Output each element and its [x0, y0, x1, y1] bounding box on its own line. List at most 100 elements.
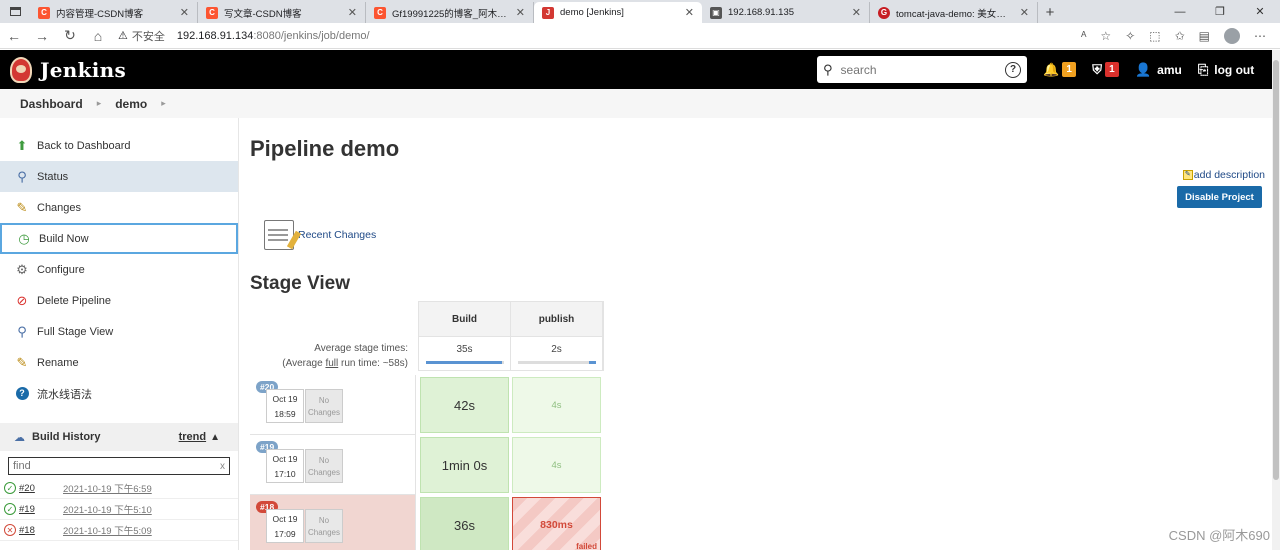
stage-cell-build[interactable]: 1min 0s — [420, 437, 509, 493]
trend-link[interactable]: trend — [179, 431, 207, 443]
scrollbar-thumb[interactable] — [1273, 60, 1279, 480]
browser-tab-1[interactable]: C 写文章-CSDN博客 ✕ — [198, 2, 366, 23]
stage-name-publish: publish — [511, 302, 603, 336]
history-row[interactable]: ✓ #19 2021-10-19 下午5:10 — [0, 499, 238, 520]
magnifier-icon: ⚲ — [17, 168, 27, 184]
task-rename[interactable]: ✎ Rename — [0, 347, 238, 378]
window-close-icon[interactable]: ✕ — [1240, 0, 1280, 23]
browser-tab-strip: C 内容管理-CSDN博客 ✕ C 写文章-CSDN博客 ✕ C Gf19991… — [0, 0, 1280, 23]
task-pipeline-syntax[interactable]: ? 流水线语法 — [0, 378, 238, 409]
browser-tab-0[interactable]: C 内容管理-CSDN博客 ✕ — [30, 2, 198, 23]
stage-cell-build[interactable]: 36s — [420, 497, 509, 550]
build-date-link[interactable]: 2021-10-19 下午5:10 — [63, 502, 152, 516]
history-row[interactable]: ✕ #18 2021-10-19 下午5:09 — [0, 520, 238, 541]
reload-icon[interactable]: ↻ — [56, 27, 84, 44]
avg-time-bar-fill — [425, 360, 502, 364]
url-field[interactable]: ⚠ 不安全 192.168.91.134 :8080/jenkins/job/d… — [118, 28, 1081, 44]
notifications-button[interactable]: 🔔 1 — [1043, 62, 1077, 78]
cloud-icon: ☁ — [14, 431, 25, 444]
jenkins-logo[interactable]: Jenkins — [10, 56, 126, 83]
task-label: 流水线语法 — [37, 388, 92, 401]
magnifier-icon: ⚲ — [17, 323, 27, 339]
task-build-now[interactable]: ◷ Build Now — [0, 223, 238, 254]
browser-tab-4[interactable]: ▣ 192.168.91.135 ✕ — [702, 2, 870, 23]
browser-tab-3-active[interactable]: J demo [Jenkins] ✕ — [534, 2, 702, 23]
run-row: #18 Oct 19 17:09 No Changes 36s 830ms fai… — [250, 495, 604, 550]
recent-changes-link[interactable]: Recent Changes — [264, 220, 376, 250]
notifications-badge: 1 — [1062, 62, 1077, 77]
back-icon[interactable]: ← — [0, 28, 28, 44]
find-input[interactable] — [13, 460, 220, 472]
add-description-label: add description — [1193, 169, 1265, 181]
read-aloud-icon[interactable]: ᴬ — [1081, 29, 1086, 43]
new-tab-icon[interactable]: + — [1038, 2, 1062, 23]
close-icon[interactable]: ✕ — [852, 6, 861, 19]
breadcrumb-job[interactable]: demo — [115, 97, 147, 111]
task-changes[interactable]: ✎ Changes — [0, 192, 238, 223]
search-icon: ⚲ — [823, 61, 833, 77]
breadcrumb-dashboard[interactable]: Dashboard — [20, 97, 83, 111]
chevron-up-icon[interactable]: ▲ — [210, 432, 220, 443]
close-icon[interactable]: ✕ — [685, 6, 694, 19]
stage-cell-publish[interactable]: 4s — [512, 437, 601, 493]
task-back-to-dashboard[interactable]: ⬆ Back to Dashboard — [0, 130, 238, 161]
minimize-icon[interactable]: — — [1160, 0, 1200, 23]
run-info: #19 Oct 19 17:10 No Changes — [250, 435, 416, 495]
build-number-link[interactable]: #18 — [19, 525, 63, 536]
task-status[interactable]: ⚲ Status — [0, 161, 238, 192]
full-link[interactable]: full — [325, 358, 338, 369]
favorite-star-icon[interactable]: ☆ — [1100, 29, 1111, 43]
build-date-link[interactable]: 2021-10-19 下午5:09 — [63, 523, 152, 537]
task-configure[interactable]: ⚙ Configure — [0, 254, 238, 285]
home-icon[interactable]: ⌂ — [84, 28, 112, 44]
profile-avatar[interactable] — [1224, 27, 1240, 44]
favorites-icon[interactable]: ✩ — [1175, 29, 1185, 43]
close-icon[interactable]: ✕ — [516, 6, 525, 19]
stage-cell-publish-failed[interactable]: 830ms failed — [512, 497, 601, 550]
chevron-right-icon[interactable]: ▸ — [97, 98, 102, 109]
stage-cell-publish[interactable]: 4s — [512, 377, 601, 433]
close-icon[interactable]: ✕ — [348, 6, 357, 19]
puzzle-icon[interactable]: ⬚ — [1149, 29, 1160, 43]
task-delete-pipeline[interactable]: ⊘ Delete Pipeline — [0, 285, 238, 316]
toolbar-icons: ᴬ ☆ ✧ ⬚ ✩ ▤ ⋯ — [1081, 27, 1266, 44]
tab-title: demo [Jenkins] — [560, 7, 624, 18]
avg-time-bar — [425, 360, 504, 364]
avg-time-bar — [517, 360, 596, 364]
run-info: #20 Oct 19 18:59 No Changes — [250, 375, 416, 435]
clear-icon[interactable]: x — [220, 461, 225, 472]
restore-icon[interactable]: ❐ — [1200, 0, 1240, 23]
chevron-right-icon[interactable]: ▸ — [161, 98, 166, 109]
window-menu-icon[interactable] — [0, 0, 30, 23]
build-number-link[interactable]: #19 — [19, 504, 63, 515]
build-number-link[interactable]: #20 — [19, 483, 63, 494]
add-description-link[interactable]: ✎ add description — [1182, 169, 1265, 181]
page-favicon-icon: ▣ — [710, 6, 722, 19]
logout-link[interactable]: ⎘ log out — [1198, 62, 1254, 78]
browser-tab-2[interactable]: C Gf19991225的博客_阿木690_CSD ✕ — [366, 2, 534, 23]
close-icon[interactable]: ✕ — [180, 6, 189, 19]
stage-cell-build[interactable]: 42s — [420, 377, 509, 433]
side-panel: ⬆ Back to Dashboard ⚲ Status ✎ Changes ◷… — [0, 118, 239, 550]
user-link[interactable]: 👤 amu — [1135, 62, 1182, 78]
history-row[interactable]: ✓ #20 2021-10-19 下午6:59 — [0, 478, 238, 499]
stage-name-build: Build — [419, 302, 511, 336]
disable-project-button[interactable]: Disable Project — [1177, 186, 1262, 208]
warning-icon: ⚠ — [118, 30, 128, 42]
main-panel: Pipeline demo ✎ add description Disable … — [250, 118, 1272, 550]
build-date-link[interactable]: 2021-10-19 下午6:59 — [63, 481, 152, 495]
close-icon[interactable]: ✕ — [1020, 6, 1029, 19]
task-full-stage-view[interactable]: ⚲ Full Stage View — [0, 316, 238, 347]
search-input[interactable] — [840, 62, 1005, 77]
more-icon[interactable]: ⋯ — [1254, 29, 1266, 43]
extension-icon[interactable]: ✧ — [1125, 29, 1135, 43]
browser-tab-5[interactable]: G tomcat-java-demo: 美女示例（Ja ✕ — [870, 2, 1038, 23]
csdn-favicon-icon: C — [374, 6, 386, 19]
page-scrollbar[interactable] — [1272, 50, 1280, 550]
help-icon[interactable]: ? — [1005, 61, 1021, 78]
security-button[interactable]: ⛨ 1 — [1092, 62, 1119, 78]
forward-icon[interactable]: → — [28, 28, 56, 44]
collections-icon[interactable]: ▤ — [1199, 29, 1210, 43]
notepad-icon — [264, 220, 294, 250]
help-icon: ? — [14, 386, 30, 402]
